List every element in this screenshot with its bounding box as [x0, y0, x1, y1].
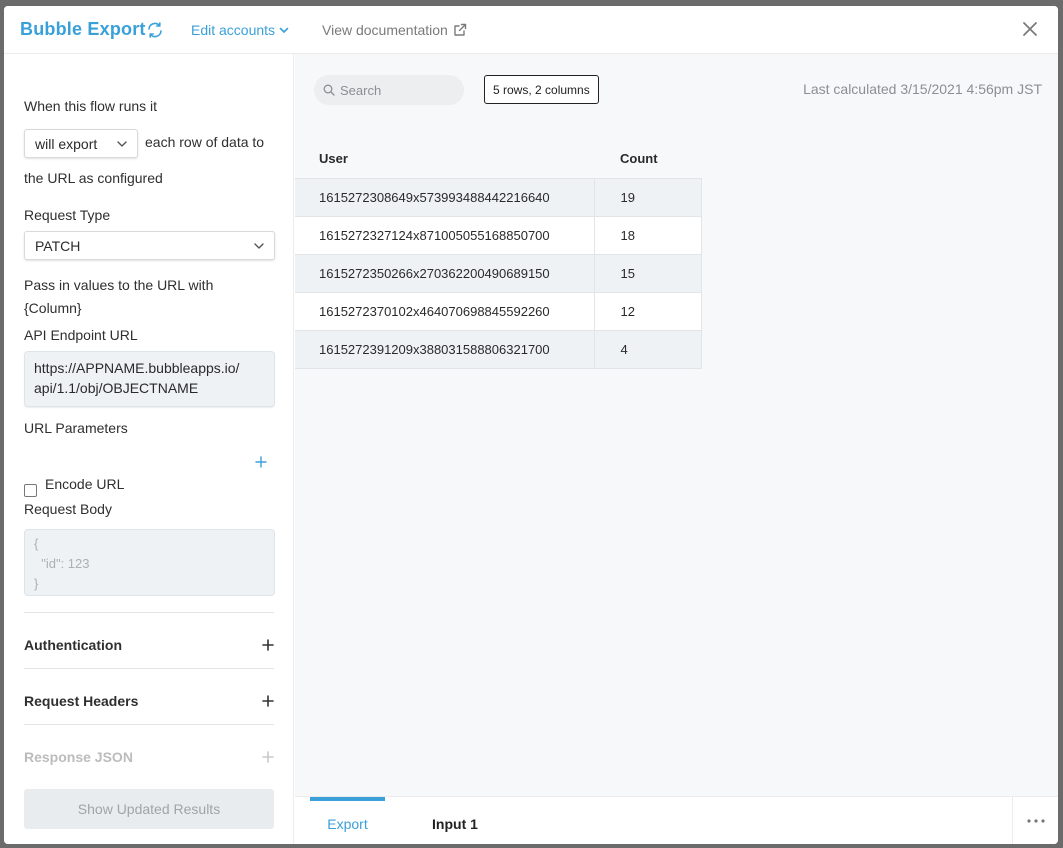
search-input[interactable]: Search — [314, 75, 464, 105]
modal-header: Bubble Export Edit accounts View documen… — [4, 6, 1058, 54]
expand-plus-icon — [262, 695, 274, 707]
search-icon — [323, 84, 335, 96]
response-json-section[interactable]: Response JSON — [24, 749, 274, 765]
flow-action-value: will export — [35, 135, 98, 152]
table-cell-user[interactable]: 1615272350266x270362200490689150 — [295, 253, 595, 293]
request-body-input[interactable]: { "id": 123 } — [24, 529, 275, 596]
results-table: User Count 1615272308649x573993488442216… — [295, 140, 702, 369]
rows-columns-badge: 5 rows, 2 columns — [484, 75, 599, 104]
endpoint-url-line1: https://APPNAME.bubbleapps.io/ — [34, 360, 240, 376]
bubble-export-modal: Bubble Export Edit accounts View documen… — [4, 6, 1058, 844]
show-updated-results-button[interactable]: Show Updated Results — [24, 789, 274, 829]
close-icon[interactable] — [1021, 20, 1039, 38]
column-header-user[interactable]: User — [295, 140, 594, 178]
table-cell-count[interactable]: 12 — [593, 291, 702, 331]
url-params-label: URL Parameters — [24, 420, 128, 436]
table-cell-user[interactable]: 1615272308649x573993488442216640 — [295, 177, 595, 217]
table-row: 1615272350266x270362200490689150 15 — [295, 253, 702, 293]
chevron-down-icon — [254, 242, 264, 249]
endpoint-url-line2: api/1.1/obj/OBJECTNAME — [34, 380, 199, 396]
results-panel: Search 5 rows, 2 columns Last calculated… — [295, 54, 1058, 796]
more-options-button[interactable] — [1012, 797, 1058, 844]
table-cell-count[interactable]: 18 — [593, 215, 702, 255]
encode-url-label: Encode URL — [45, 476, 125, 492]
table-row: 1615272370102x464070698845592260 12 — [295, 291, 702, 331]
flow-label: When this flow runs it — [24, 98, 158, 114]
endpoint-url-input[interactable]: https://APPNAME.bubbleapps.io/ api/1.1/o… — [24, 351, 275, 407]
request-body-label: Request Body — [24, 501, 112, 517]
table-row: 1615272327124x871005055168850700 18 — [295, 215, 702, 255]
table-header-row: User Count — [295, 140, 701, 178]
table-cell-user[interactable]: 1615272391209x388031588806321700 — [295, 329, 595, 369]
endpoint-label: API Endpoint URL — [24, 327, 138, 343]
chevron-down-icon — [279, 27, 289, 33]
table-row: 1615272308649x573993488442216640 19 — [295, 177, 702, 217]
page-title: Bubble Export — [20, 19, 146, 39]
expand-plus-icon — [262, 639, 274, 651]
flow-suffix: each row of data to — [145, 134, 265, 150]
chevron-down-icon — [117, 140, 127, 147]
table-cell-user[interactable]: 1615272327124x871005055168850700 — [295, 215, 595, 255]
view-documentation-label: View documentation — [322, 22, 448, 38]
last-calculated-text: Last calculated 3/15/2021 4:56pm JST — [803, 81, 1042, 97]
table-cell-count[interactable]: 4 — [593, 329, 702, 369]
encode-url-checkbox[interactable] — [24, 484, 37, 497]
tab-input-1[interactable]: Input 1 — [420, 797, 490, 844]
search-placeholder: Search — [340, 82, 382, 98]
response-json-label: Response JSON — [24, 749, 133, 765]
table-row: 1615272391209x388031588806321700 4 — [295, 329, 702, 369]
add-url-param-icon[interactable] — [255, 456, 267, 468]
authentication-section[interactable]: Authentication — [24, 637, 274, 653]
request-type-label: Request Type — [24, 207, 111, 223]
divider — [24, 612, 274, 613]
bottom-tab-bar: Export Input 1 — [295, 796, 1058, 844]
divider — [24, 668, 274, 669]
flow-action-select[interactable]: will export — [24, 129, 138, 158]
request-headers-label: Request Headers — [24, 693, 139, 709]
table-cell-count[interactable]: 15 — [593, 253, 702, 293]
more-horizontal-icon — [1026, 819, 1045, 823]
divider — [24, 724, 274, 725]
pass-values-text-2: {Column} — [24, 300, 82, 316]
refresh-icon[interactable] — [146, 21, 164, 39]
edit-accounts-label: Edit accounts — [191, 22, 276, 38]
table-cell-user[interactable]: 1615272370102x464070698845592260 — [295, 291, 595, 331]
authentication-label: Authentication — [24, 637, 122, 653]
table-cell-count[interactable]: 19 — [593, 177, 702, 217]
column-header-count[interactable]: Count — [594, 140, 701, 178]
view-documentation-link[interactable]: View documentation — [322, 22, 467, 38]
flow-suffix-2: the URL as configured — [24, 170, 163, 186]
request-type-value: PATCH — [35, 237, 81, 254]
pass-values-text: Pass in values to the URL with — [24, 277, 214, 293]
expand-plus-icon — [262, 751, 274, 763]
external-link-icon — [454, 23, 467, 36]
config-panel: When this flow runs it will export each … — [4, 54, 294, 844]
request-headers-section[interactable]: Request Headers — [24, 693, 274, 709]
tab-export[interactable]: Export — [310, 797, 385, 844]
edit-accounts-dropdown[interactable]: Edit accounts — [191, 22, 289, 38]
request-type-select[interactable]: PATCH — [24, 231, 275, 260]
